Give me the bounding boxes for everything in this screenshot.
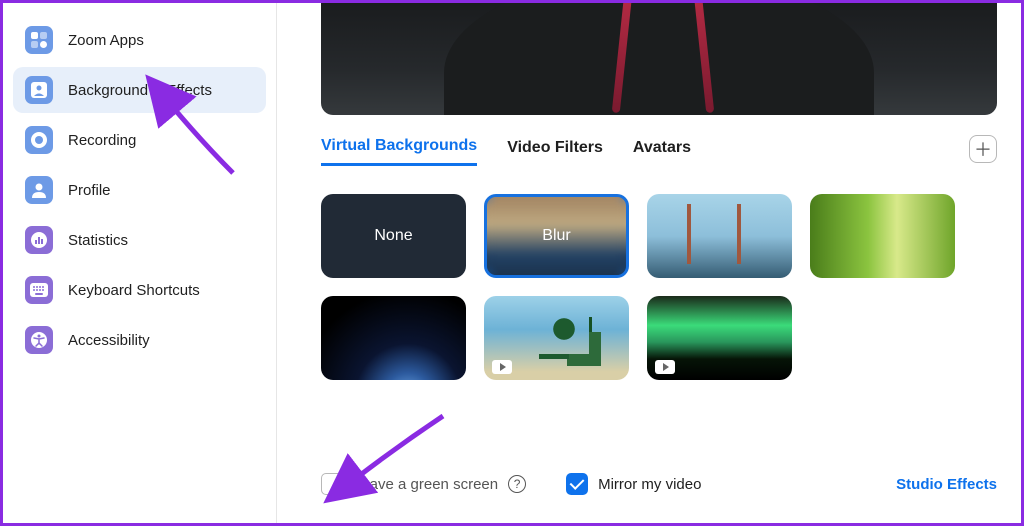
sidebar-item-background-effects[interactable]: Background & Effects	[13, 67, 266, 113]
profile-icon	[25, 176, 53, 204]
sidebar-item-recording[interactable]: Recording	[13, 117, 266, 163]
background-option-beach[interactable]	[484, 296, 629, 380]
sidebar-item-label: Keyboard Shortcuts	[68, 282, 200, 299]
green-screen-option: I have a green screen ?	[321, 473, 526, 495]
mirror-video-checkbox[interactable]	[566, 473, 588, 495]
background-option-blur[interactable]: Blur	[484, 194, 629, 278]
sidebar-item-label: Profile	[68, 182, 111, 199]
video-preview	[321, 3, 997, 115]
help-icon[interactable]: ?	[508, 475, 526, 493]
thumb-label: Blur	[542, 227, 570, 245]
settings-sidebar: Zoom Apps Background & Effects Recording…	[3, 3, 277, 523]
sidebar-item-label: Statistics	[68, 232, 128, 249]
person-frame-icon	[25, 76, 53, 104]
mirror-video-label: Mirror my video	[598, 476, 701, 493]
sidebar-item-zoom-apps[interactable]: Zoom Apps	[13, 17, 266, 63]
green-screen-label: I have a green screen	[353, 476, 498, 493]
sidebar-item-accessibility[interactable]: Accessibility	[13, 317, 266, 363]
background-option-earth[interactable]	[321, 296, 466, 380]
sidebar-item-label: Zoom Apps	[68, 32, 144, 49]
green-screen-checkbox[interactable]	[321, 473, 343, 495]
effects-tabs: Virtual Backgrounds Video Filters Avatar…	[321, 137, 997, 166]
video-icon	[655, 360, 675, 374]
background-grid: None Blur	[321, 194, 997, 380]
tab-avatars[interactable]: Avatars	[633, 139, 691, 165]
options-row: I have a green screen ? Mirror my video …	[321, 473, 997, 495]
add-background-button[interactable]: ＋	[969, 135, 997, 163]
sidebar-item-label: Recording	[68, 132, 136, 149]
background-option-aurora[interactable]	[647, 296, 792, 380]
plus-icon: ＋	[974, 136, 992, 162]
record-icon	[25, 126, 53, 154]
mirror-video-option: Mirror my video	[566, 473, 701, 495]
keyboard-icon	[25, 276, 53, 304]
studio-effects-link[interactable]: Studio Effects	[896, 476, 997, 493]
sidebar-item-label: Background & Effects	[68, 82, 212, 99]
video-icon	[492, 360, 512, 374]
background-option-grass[interactable]	[810, 194, 955, 278]
accessibility-icon	[25, 326, 53, 354]
apps-icon	[25, 26, 53, 54]
tab-virtual-backgrounds[interactable]: Virtual Backgrounds	[321, 137, 477, 166]
sidebar-item-statistics[interactable]: Statistics	[13, 217, 266, 263]
sidebar-item-profile[interactable]: Profile	[13, 167, 266, 213]
main-panel: Virtual Backgrounds Video Filters Avatar…	[277, 3, 1021, 523]
sidebar-item-keyboard-shortcuts[interactable]: Keyboard Shortcuts	[13, 267, 266, 313]
sidebar-item-label: Accessibility	[68, 332, 150, 349]
tab-video-filters[interactable]: Video Filters	[507, 139, 603, 165]
thumb-label: None	[374, 227, 412, 245]
stats-icon	[25, 226, 53, 254]
background-option-none[interactable]: None	[321, 194, 466, 278]
background-option-bridge[interactable]	[647, 194, 792, 278]
